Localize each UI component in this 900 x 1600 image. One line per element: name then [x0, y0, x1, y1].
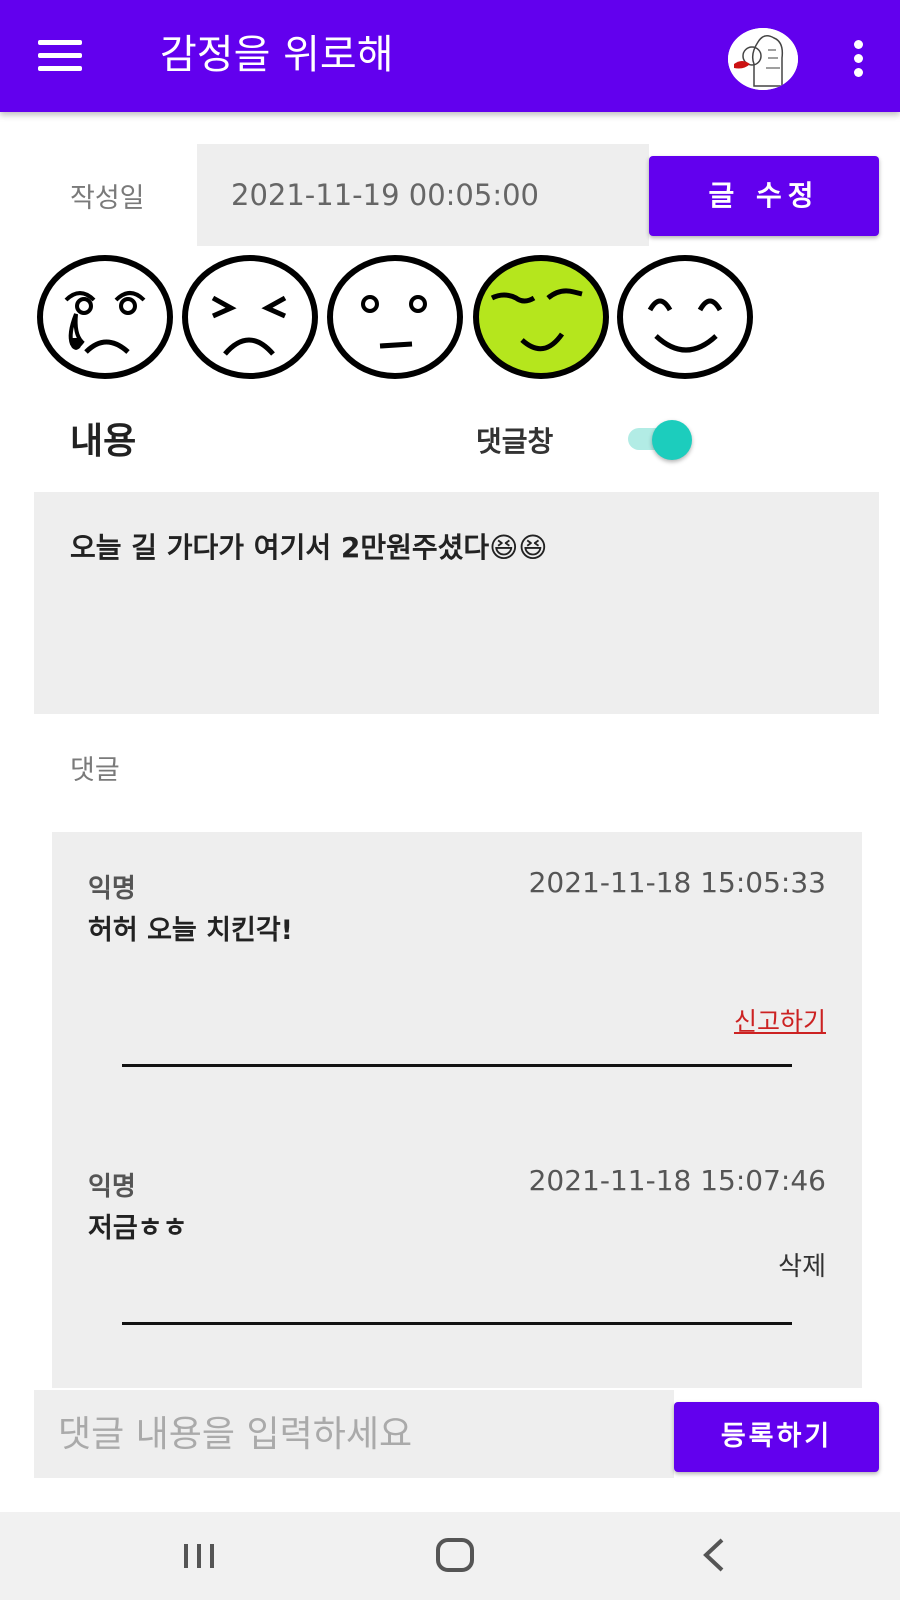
switch-thumb [652, 420, 692, 460]
home-icon[interactable] [430, 1530, 480, 1580]
smirking-face-icon[interactable] [472, 254, 610, 380]
comment-timestamp: 2021-11-18 15:07:46 [528, 1164, 826, 1197]
neutral-face-icon[interactable] [326, 254, 464, 380]
menu-icon[interactable] [38, 40, 82, 72]
happy-face-icon[interactable] [616, 254, 754, 380]
comments-list[interactable]: 익명 2021-11-18 15:05:33 허허 오늘 치킨각! 신고하기 익… [52, 832, 862, 1388]
content-label: 내용 [70, 421, 137, 462]
comment-author: 익명 [88, 874, 136, 904]
date-field: 2021-11-19 00:05:00 [197, 144, 649, 246]
app-title: 감정을 위로해 [160, 32, 394, 78]
avatar[interactable] [728, 28, 798, 90]
submit-comment-button[interactable]: 등록하기 [674, 1402, 879, 1472]
date-label: 작성일 [70, 183, 145, 214]
emotion-selector [36, 254, 766, 380]
comment-divider [122, 1064, 792, 1067]
comment-input[interactable] [34, 1390, 674, 1478]
comments-header: 댓글 [70, 755, 120, 786]
comment-toggle-switch[interactable] [624, 420, 694, 460]
edit-post-button[interactable]: 글 수정 [649, 156, 879, 236]
comment-timestamp: 2021-11-18 15:05:33 [528, 866, 826, 899]
comment-text: 저금ㅎㅎ [88, 1213, 188, 1244]
back-icon[interactable] [690, 1530, 740, 1580]
comment-text: 허허 오늘 치킨각! [88, 915, 293, 946]
frustrated-face-icon[interactable] [181, 254, 319, 380]
comment-divider [122, 1322, 792, 1325]
recent-apps-icon[interactable] [174, 1530, 224, 1580]
delete-link[interactable]: 삭제 [778, 1246, 826, 1283]
comment-author: 익명 [88, 1172, 136, 1202]
app-bar: 감정을 위로해 [0, 0, 900, 112]
system-nav-bar [0, 1512, 900, 1600]
crying-face-icon[interactable] [36, 254, 174, 380]
post-content: 오늘 길 가다가 여기서 2만원주셨다😆😆 [34, 492, 879, 714]
comment-toggle-label: 댓글창 [476, 425, 554, 458]
report-link[interactable]: 신고하기 [734, 1002, 826, 1038]
more-options-icon[interactable] [854, 40, 866, 80]
